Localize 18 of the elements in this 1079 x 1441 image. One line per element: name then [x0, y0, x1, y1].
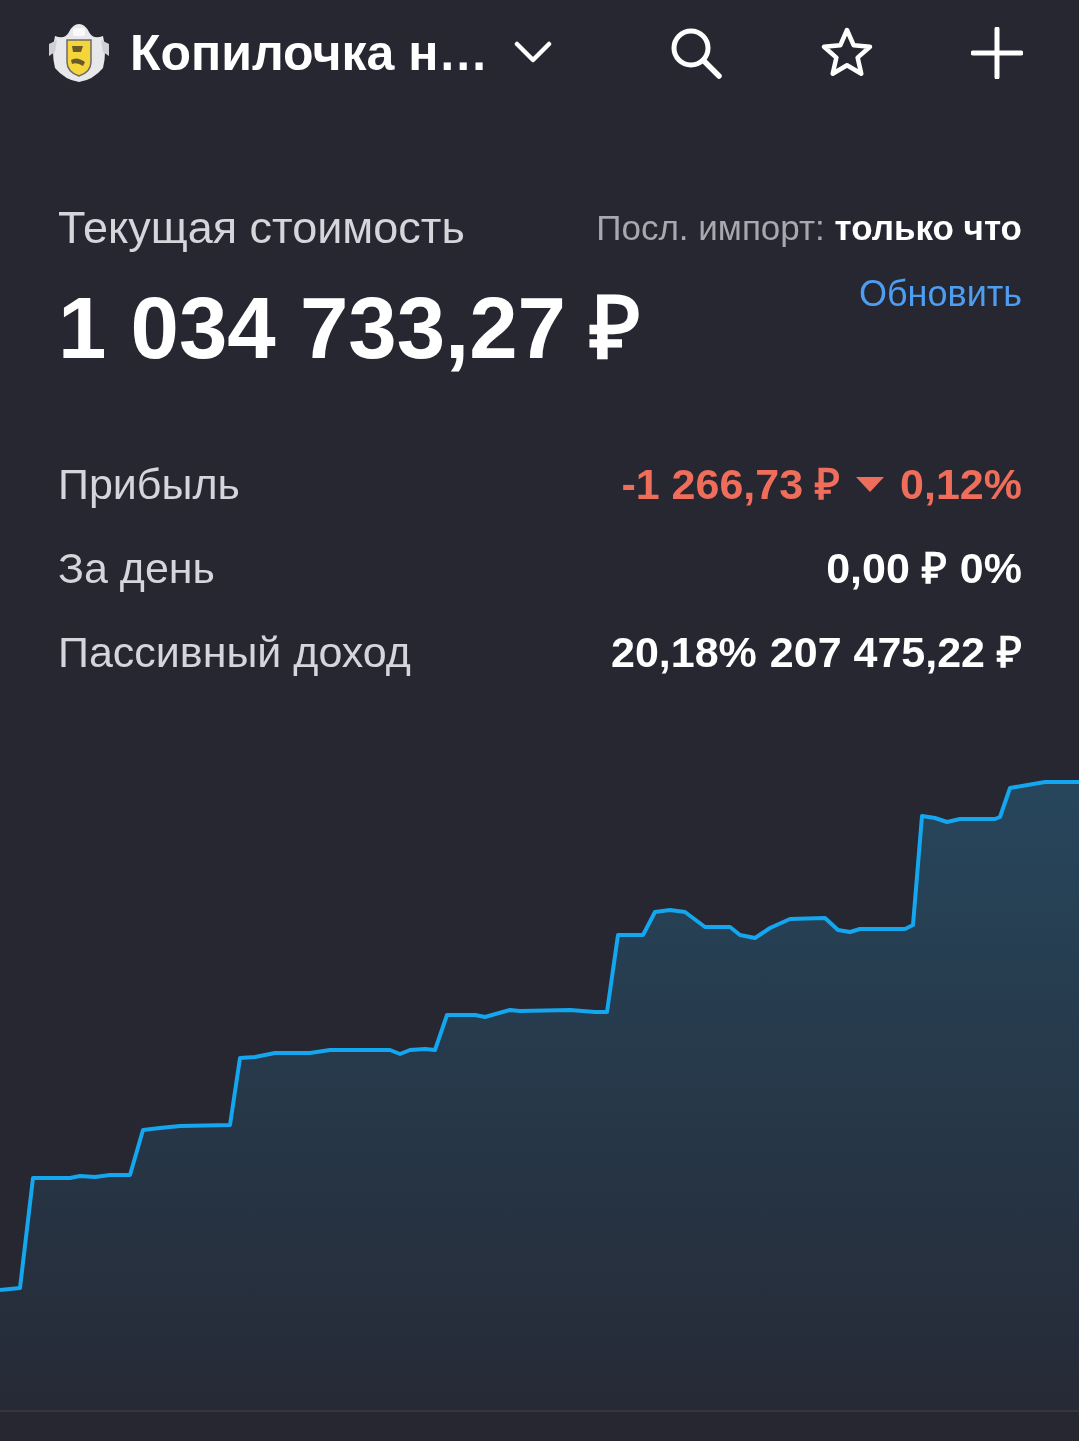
stat-label: За день	[58, 543, 215, 593]
stat-value: 20,18%	[611, 627, 757, 677]
current-value-label: Текущая стоимость	[58, 202, 465, 254]
stat-value: 0,00 ₽	[826, 543, 947, 593]
stat-label: Прибыль	[58, 459, 240, 509]
stat-value: -1 266,73 ₽	[621, 459, 841, 509]
current-value-amount: 1 034 733,27 ₽	[58, 278, 642, 378]
chevron-down-icon[interactable]	[514, 41, 553, 65]
portfolio-title[interactable]: Копилочка н…	[130, 23, 489, 83]
stat-label: Пассивный доход	[58, 627, 411, 677]
import-status-text: Посл. импорт: только что	[596, 207, 1022, 249]
plus-icon[interactable]	[971, 27, 1023, 79]
stat-value: 207 475,22 ₽	[769, 627, 1022, 677]
refresh-link[interactable]: Обновить	[859, 273, 1022, 315]
search-icon[interactable]	[670, 27, 722, 79]
star-icon[interactable]	[820, 27, 874, 79]
stat-value: 0%	[959, 543, 1022, 593]
stat-value: 0,12%	[900, 459, 1022, 509]
